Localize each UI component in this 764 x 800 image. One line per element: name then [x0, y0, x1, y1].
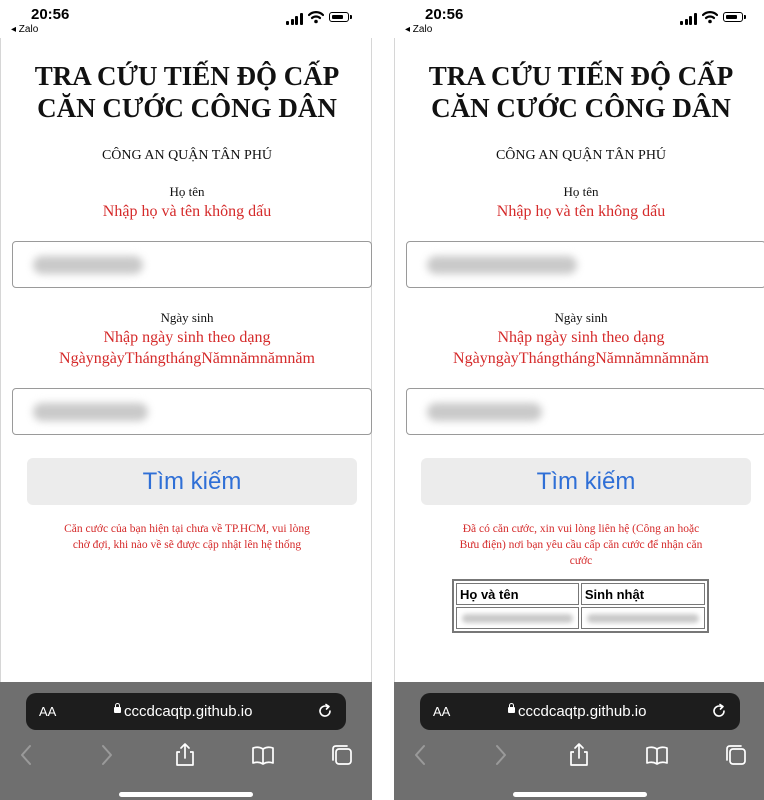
back-to-app-link[interactable]: ◂ Zalo	[405, 24, 432, 35]
lock-icon	[508, 703, 515, 713]
dob-input[interactable]	[406, 388, 764, 435]
search-button[interactable]: Tìm kiếm	[27, 458, 357, 505]
wifi-icon	[308, 11, 324, 24]
home-indicator	[513, 792, 647, 797]
reader-settings-button[interactable]: AA	[433, 704, 450, 719]
lock-icon	[114, 703, 121, 713]
url-text[interactable]: cccdcaqtp.github.io	[518, 703, 646, 720]
clock: 20:56	[31, 6, 70, 23]
result-message-line-2: Bưu điện) nơi bạn yêu cầu cấp căn cước đ…	[459, 539, 703, 551]
dob-hint-line-1: Nhập ngày sinh theo dạng	[497, 329, 665, 346]
battery-icon	[329, 12, 349, 22]
share-icon[interactable]	[566, 742, 592, 768]
result-table: Họ và tên Sinh nhật	[452, 579, 709, 633]
result-message: Căn cước của bạn hiện tại chưa về TP.HCM…	[31, 521, 343, 553]
dob-hint-line-2: NgàyngàyThángthángNămnămnămnăm	[59, 350, 315, 367]
address-bar[interactable]: AA cccdcaqtp.github.io	[420, 693, 740, 730]
name-input[interactable]	[12, 241, 372, 288]
table-row	[456, 607, 705, 629]
web-page: TRA CỨU TIẾN ĐỘ CẤP CĂN CƯỚC CÔNG DÂN CÔ…	[394, 38, 764, 682]
dob-label: Ngày sinh	[554, 310, 608, 325]
page-title-line-2: CĂN CƯỚC CÔNG DÂN	[431, 93, 731, 123]
name-hint: Nhập họ và tên không dấu	[102, 203, 272, 220]
page-title-line-1: TRA CỨU TIẾN ĐỘ CẤP	[34, 61, 340, 91]
reload-icon[interactable]	[316, 702, 334, 720]
forward-arrow-icon[interactable]	[93, 742, 119, 768]
phone-screen-right: 20:56 ◂ Zalo TRA CỨU TIẾN ĐỘ CẤP CĂN CƯỚ…	[394, 0, 764, 800]
wifi-icon	[702, 11, 718, 24]
page-title: TRA CỨU TIẾN ĐỘ CẤP CĂN CƯỚC CÔNG DÂN	[395, 60, 764, 124]
column-header-birthday: Sinh nhật	[580, 583, 705, 605]
result-message-line-3: cước	[569, 555, 593, 567]
result-message-line-1: Đã có căn cước, xin vui lòng liên hệ (Cô…	[462, 523, 700, 535]
page-title: TRA CỨU TIẾN ĐỘ CẤP CĂN CƯỚC CÔNG DÂN	[1, 60, 372, 124]
signal-icon	[680, 13, 697, 25]
home-indicator	[119, 792, 253, 797]
back-arrow-icon[interactable]	[408, 742, 434, 768]
redacted-name-value	[33, 256, 143, 274]
column-header-name: Họ và tên	[456, 583, 579, 605]
share-icon[interactable]	[172, 742, 198, 768]
dob-label: Ngày sinh	[160, 310, 214, 325]
redacted-birthday-cell	[580, 607, 705, 629]
back-to-app-link[interactable]: ◂ Zalo	[11, 24, 38, 35]
organization-name: CÔNG AN QUẬN TÂN PHÚ	[495, 148, 667, 163]
battery-tip	[350, 15, 352, 19]
dob-hint-line-1: Nhập ngày sinh theo dạng	[103, 329, 271, 346]
status-bar: 20:56 ◂ Zalo	[0, 0, 372, 38]
name-label: Họ tên	[169, 184, 205, 199]
dob-hint: Nhập ngày sinh theo dạng NgàyngàyThángth…	[395, 327, 764, 369]
dob-hint: Nhập ngày sinh theo dạng NgàyngàyThángth…	[1, 327, 372, 369]
page-title-line-1: TRA CỨU TIẾN ĐỘ CẤP	[428, 61, 734, 91]
clock: 20:56	[425, 6, 464, 23]
search-button[interactable]: Tìm kiếm	[421, 458, 751, 505]
redacted-dob-value	[427, 403, 542, 421]
page-title-line-2: CĂN CƯỚC CÔNG DÂN	[37, 93, 337, 123]
organization-name: CÔNG AN QUẬN TÂN PHÚ	[101, 148, 273, 163]
bookmarks-icon[interactable]	[250, 742, 276, 768]
dob-input[interactable]	[12, 388, 372, 435]
forward-arrow-icon[interactable]	[487, 742, 513, 768]
status-bar: 20:56 ◂ Zalo	[394, 0, 764, 38]
battery-icon	[723, 12, 743, 22]
reload-icon[interactable]	[710, 702, 728, 720]
battery-tip	[744, 15, 746, 19]
web-page: TRA CỨU TIẾN ĐỘ CẤP CĂN CƯỚC CÔNG DÂN CÔ…	[0, 38, 372, 682]
tabs-icon[interactable]	[329, 742, 355, 768]
redacted-dob-value	[33, 403, 148, 421]
url-text[interactable]: cccdcaqtp.github.io	[124, 703, 252, 720]
name-label: Họ tên	[563, 184, 599, 199]
redacted-name-cell	[456, 607, 579, 629]
aa-label: AA	[39, 704, 57, 719]
back-arrow-icon[interactable]	[14, 742, 40, 768]
result-message: Đã có căn cước, xin vui lòng liên hệ (Cô…	[425, 521, 737, 569]
table-header-row: Họ và tên Sinh nhật	[456, 583, 705, 605]
result-message-line-1: Căn cước của bạn hiện tại chưa về TP.HCM…	[64, 523, 310, 535]
screenshot-divider	[372, 0, 394, 800]
phone-screen-left: 20:56 ◂ Zalo TRA CỨU TIẾN ĐỘ CẤP CĂN CƯỚ…	[0, 0, 372, 800]
address-bar[interactable]: AA cccdcaqtp.github.io	[26, 693, 346, 730]
name-input[interactable]	[406, 241, 764, 288]
tabs-icon[interactable]	[723, 742, 749, 768]
dob-hint-line-2: NgàyngàyThángthángNămnămnămnăm	[453, 350, 709, 367]
reader-settings-button[interactable]: AA	[39, 704, 56, 719]
redacted-name-value	[427, 256, 577, 274]
result-message-line-2: chờ đợi, khi nào về sẽ được cập nhật lên…	[72, 539, 302, 551]
browser-toolbar: AA cccdcaqtp.github.io	[0, 682, 372, 800]
aa-label: AA	[433, 704, 451, 719]
name-hint: Nhập họ và tên không dấu	[496, 203, 666, 220]
browser-toolbar: AA cccdcaqtp.github.io	[394, 682, 764, 800]
bookmarks-icon[interactable]	[644, 742, 670, 768]
signal-icon	[286, 13, 303, 25]
